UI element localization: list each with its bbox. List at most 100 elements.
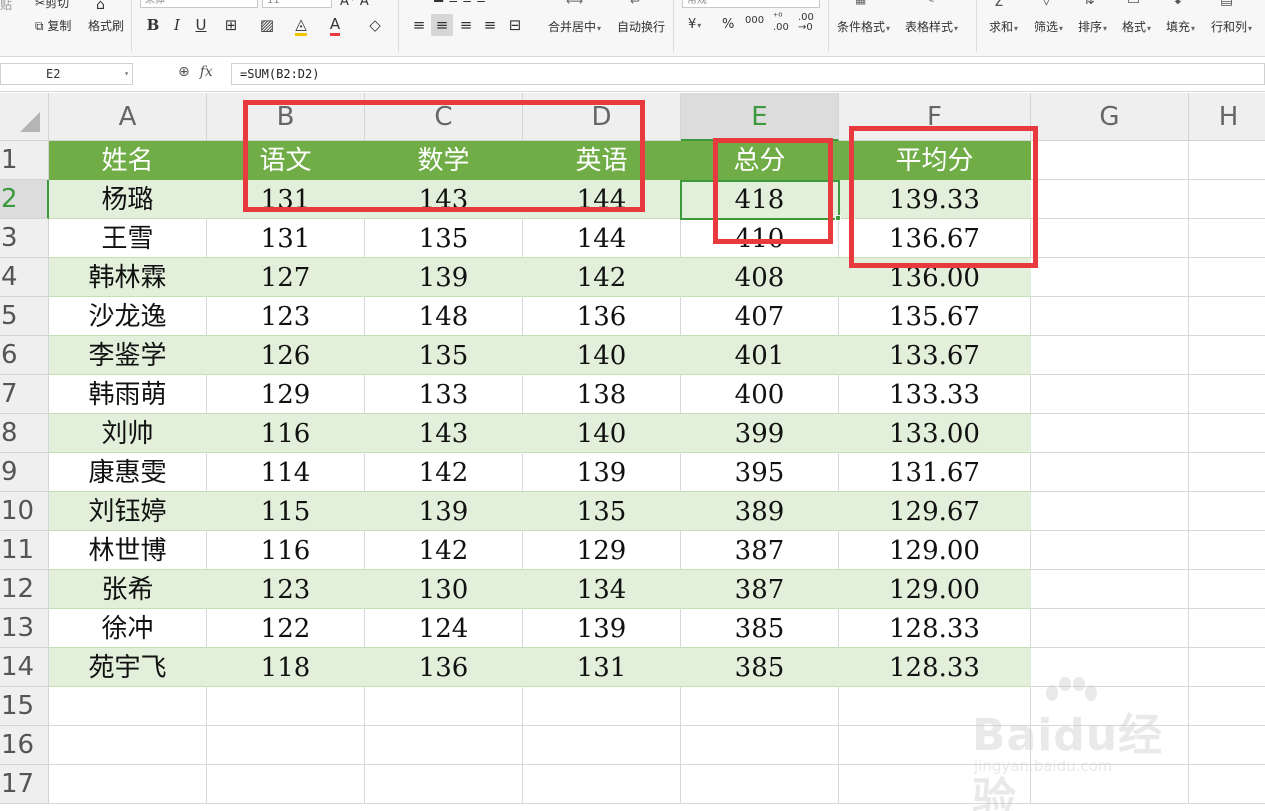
row-header-4[interactable]: 4 xyxy=(0,258,49,297)
cell-a13[interactable]: 徐冲 xyxy=(49,609,207,648)
conditional-format-button[interactable]: 条件格式▾ xyxy=(837,18,890,35)
fill-handle[interactable] xyxy=(835,215,841,221)
cell-a17[interactable] xyxy=(49,765,207,804)
cell-b14[interactable]: 118 xyxy=(207,648,365,687)
cell-c10[interactable]: 139 xyxy=(365,492,523,531)
cell-h7[interactable] xyxy=(1189,375,1265,414)
cell-f5[interactable]: 135.67 xyxy=(839,297,1031,336)
cell-c8[interactable]: 143 xyxy=(365,414,523,453)
fill-color-icon[interactable]: ◬ xyxy=(290,14,312,36)
cell-d15[interactable] xyxy=(523,687,681,726)
cell-c7[interactable]: 133 xyxy=(365,375,523,414)
cell-g8[interactable] xyxy=(1031,414,1189,453)
cell-f9[interactable]: 131.67 xyxy=(839,453,1031,492)
cell-b9[interactable]: 114 xyxy=(207,453,365,492)
cut-button[interactable]: ✂剪切 xyxy=(35,0,69,11)
cell-d10[interactable]: 135 xyxy=(523,492,681,531)
select-all-button[interactable] xyxy=(0,93,49,141)
cell-e7[interactable]: 400 xyxy=(681,375,839,414)
row-header-13[interactable]: 13 xyxy=(0,609,49,648)
fx-icon[interactable]: fx xyxy=(200,64,213,80)
cell-c5[interactable]: 148 xyxy=(365,297,523,336)
cell-b5[interactable]: 123 xyxy=(207,297,365,336)
cell-f8[interactable]: 133.00 xyxy=(839,414,1031,453)
cell-g12[interactable] xyxy=(1031,570,1189,609)
cell-c6[interactable]: 135 xyxy=(365,336,523,375)
cell-a16[interactable] xyxy=(49,726,207,765)
cell-f13[interactable]: 128.33 xyxy=(839,609,1031,648)
cell-c11[interactable]: 142 xyxy=(365,531,523,570)
cell-a10[interactable]: 刘钰婷 xyxy=(49,492,207,531)
cell-e6[interactable]: 401 xyxy=(681,336,839,375)
italic-button[interactable]: I xyxy=(166,14,188,36)
cell-g10[interactable] xyxy=(1031,492,1189,531)
cell-a12[interactable]: 张希 xyxy=(49,570,207,609)
cell-e9[interactable]: 395 xyxy=(681,453,839,492)
cell-d12[interactable]: 134 xyxy=(523,570,681,609)
cell-f12[interactable]: 129.00 xyxy=(839,570,1031,609)
fill-button[interactable]: 填充▾ xyxy=(1166,18,1195,35)
cell-a15[interactable] xyxy=(49,687,207,726)
cell-b6[interactable]: 126 xyxy=(207,336,365,375)
cell-h8[interactable] xyxy=(1189,414,1265,453)
cell-c16[interactable] xyxy=(365,726,523,765)
cell-d5[interactable]: 136 xyxy=(523,297,681,336)
cell-d2[interactable]: 144 xyxy=(523,180,681,219)
bold-button[interactable]: B xyxy=(142,14,164,36)
number-format-select[interactable]: 常规 xyxy=(682,0,820,8)
cell-a5[interactable]: 沙龙逸 xyxy=(49,297,207,336)
column-header-f[interactable]: F xyxy=(839,93,1031,141)
table-style-button[interactable]: 表格样式▾ xyxy=(905,18,958,35)
cell-d9[interactable]: 139 xyxy=(523,453,681,492)
chevron-down-icon[interactable]: ▾ xyxy=(124,64,129,84)
format-button[interactable]: 格式▾ xyxy=(1122,18,1151,35)
row-header-8[interactable]: 8 xyxy=(0,414,49,453)
cell-e11[interactable]: 387 xyxy=(681,531,839,570)
cell-c14[interactable]: 136 xyxy=(365,648,523,687)
cell-g6[interactable] xyxy=(1031,336,1189,375)
row-header-2[interactable]: 2 xyxy=(0,180,49,219)
thousands-button[interactable]: 000 xyxy=(745,15,764,26)
cell-h13[interactable] xyxy=(1189,609,1265,648)
column-header-c[interactable]: C xyxy=(365,93,523,141)
font-size-select[interactable]: 11 xyxy=(262,0,332,8)
cell-e14[interactable]: 385 xyxy=(681,648,839,687)
row-header-7[interactable]: 7 xyxy=(0,375,49,414)
cell-a9[interactable]: 康惠雯 xyxy=(49,453,207,492)
borders-icon[interactable]: ⊞ xyxy=(220,14,242,36)
cell-h4[interactable] xyxy=(1189,258,1265,297)
row-header-10[interactable]: 10 xyxy=(0,492,49,531)
cell-c15[interactable] xyxy=(365,687,523,726)
cell-f3[interactable]: 136.67 xyxy=(839,219,1031,258)
row-header-3[interactable]: 3 xyxy=(0,219,49,258)
cell-d3[interactable]: 144 xyxy=(523,219,681,258)
formula-input[interactable]: =SUM(B2:D2) xyxy=(231,63,1265,85)
cell-g11[interactable] xyxy=(1031,531,1189,570)
cell-c9[interactable]: 142 xyxy=(365,453,523,492)
cell-d14[interactable]: 131 xyxy=(523,648,681,687)
cell-c17[interactable] xyxy=(365,765,523,804)
cell-a8[interactable]: 刘帅 xyxy=(49,414,207,453)
cell-b4[interactable]: 127 xyxy=(207,258,365,297)
row-header-14[interactable]: 14 xyxy=(0,648,49,687)
cell-a2[interactable]: 杨璐 xyxy=(49,180,207,219)
cell-style-icon[interactable]: ▨ xyxy=(256,14,278,36)
font-name-select[interactable]: 宋体 xyxy=(140,0,258,8)
increase-decimal-icon[interactable]: ⁺⁰ .00 xyxy=(773,13,789,33)
cell-a7[interactable]: 韩雨萌 xyxy=(49,375,207,414)
cell-h6[interactable] xyxy=(1189,336,1265,375)
cell-d4[interactable]: 142 xyxy=(523,258,681,297)
cell-h1[interactable] xyxy=(1189,141,1265,180)
wrap-text-button[interactable]: 自动换行 xyxy=(617,18,665,35)
column-header-a[interactable]: A xyxy=(49,93,207,141)
table-header-cell-c1[interactable]: 数学 xyxy=(365,141,523,180)
cell-a14[interactable]: 苑宇飞 xyxy=(49,648,207,687)
cell-g4[interactable] xyxy=(1031,258,1189,297)
cell-b3[interactable]: 131 xyxy=(207,219,365,258)
cell-g2[interactable] xyxy=(1031,180,1189,219)
cell-c13[interactable]: 124 xyxy=(365,609,523,648)
row-header-16[interactable]: 16 xyxy=(0,726,49,765)
cell-f11[interactable]: 129.00 xyxy=(839,531,1031,570)
cell-b2[interactable]: 131 xyxy=(207,180,365,219)
row-header-11[interactable]: 11 xyxy=(0,531,49,570)
